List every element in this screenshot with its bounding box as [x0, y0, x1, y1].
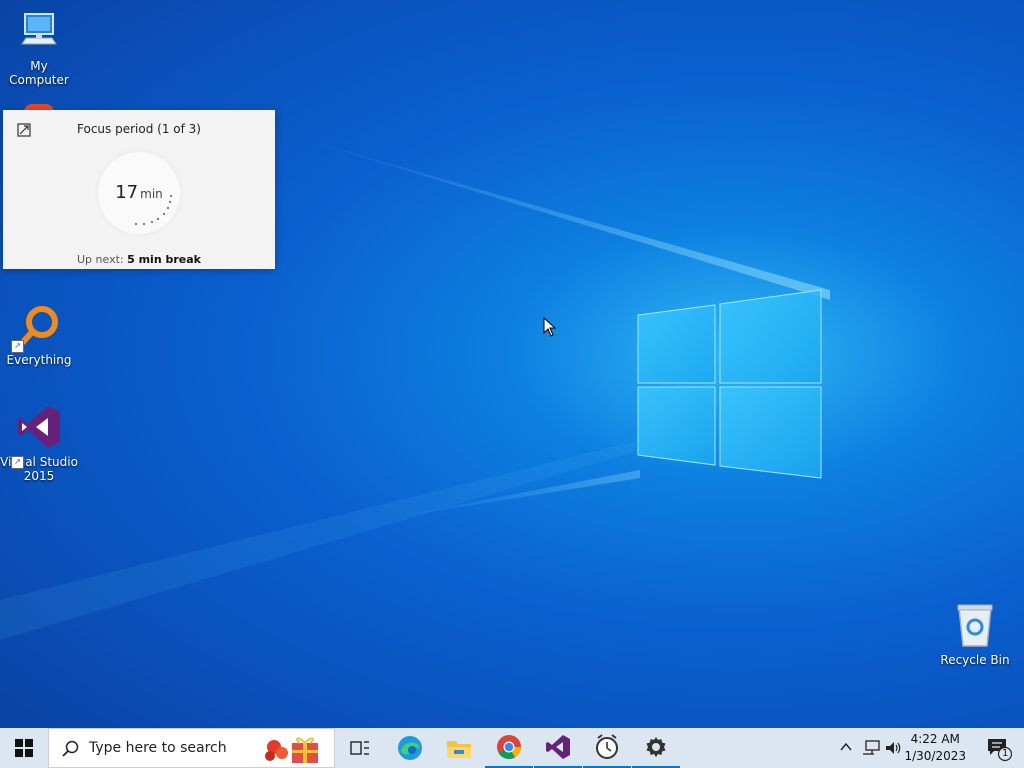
shortcut-arrow-icon: ↗ — [11, 456, 24, 469]
file-explorer-icon — [447, 741, 471, 758]
volume-icon[interactable] — [885, 740, 903, 756]
desktop-icon-everything[interactable]: ↗ Everything — [0, 304, 79, 367]
taskbar-app-chrome[interactable] — [485, 728, 533, 768]
network-icon[interactable] — [862, 740, 880, 756]
taskbar-app-file-explorer[interactable] — [435, 728, 483, 768]
desktop-icon-my-computer[interactable]: My Computer — [0, 10, 79, 87]
focus-session-widget: Focus period (1 of 3) 17 min Up next: 5 m… — [3, 110, 275, 269]
chevron-up-icon[interactable] — [840, 742, 852, 752]
edge-icon — [398, 736, 422, 760]
windows-logo-wallpaper — [637, 289, 822, 479]
computer-icon — [21, 13, 57, 45]
search-highlight-gift-icon — [265, 737, 318, 763]
search-icon — [62, 740, 79, 757]
desktop-icon-label: My Computer — [9, 59, 69, 87]
desktop-icon-label: Recycle Bin — [940, 653, 1010, 667]
task-view-button[interactable] — [336, 728, 384, 768]
desktop-icon-recycle-bin[interactable]: Recycle Bin — [935, 602, 1015, 667]
timer-minutes: 17 — [115, 182, 139, 203]
windows-start-icon — [15, 739, 33, 757]
desktop-icon-label: Everything — [6, 353, 72, 367]
clock-area[interactable]: 4:22 AM 1/30/2023 — [904, 731, 966, 765]
settings-icon — [646, 737, 666, 757]
start-button[interactable] — [0, 728, 48, 768]
timer-unit: min — [140, 187, 163, 201]
taskbar: Type here to search 4:22 AM 1/30/2023 1 — [0, 728, 1024, 768]
up-next-line: Up next: 5 min break — [3, 253, 275, 266]
visual-studio-icon — [18, 406, 60, 448]
taskbar-app-clock[interactable] — [583, 728, 631, 768]
focus-period-title: Focus period (1 of 3) — [77, 122, 201, 136]
clock-time: 4:22 AM — [910, 732, 960, 746]
mouse-cursor-icon — [543, 317, 557, 337]
taskbar-app-visual-studio[interactable] — [534, 728, 582, 768]
shortcut-arrow-icon: ↗ — [11, 340, 24, 353]
up-next-value: 5 min break — [127, 253, 201, 266]
visual-studio-icon — [546, 735, 570, 759]
taskbar-app-settings[interactable] — [632, 728, 680, 768]
search-placeholder: Type here to search — [89, 740, 227, 756]
clock-app-icon — [596, 734, 618, 759]
taskbar-app-edge[interactable] — [386, 728, 434, 768]
desktop-icon-visual-studio[interactable]: ↗ Visual Studio 2015 — [0, 404, 79, 483]
up-next-label: Up next: — [77, 253, 124, 266]
chrome-icon — [497, 735, 521, 760]
notification-center-button[interactable]: 1 — [986, 736, 1013, 762]
taskbar-search-box[interactable]: Type here to search — [48, 728, 335, 768]
recycle-bin-icon — [957, 604, 993, 647]
notification-count-badge: 1 — [1002, 748, 1009, 759]
clock-date: 1/30/2023 — [904, 749, 966, 763]
timer-readout: 17 min — [98, 182, 180, 203]
task-view-icon — [350, 741, 369, 755]
